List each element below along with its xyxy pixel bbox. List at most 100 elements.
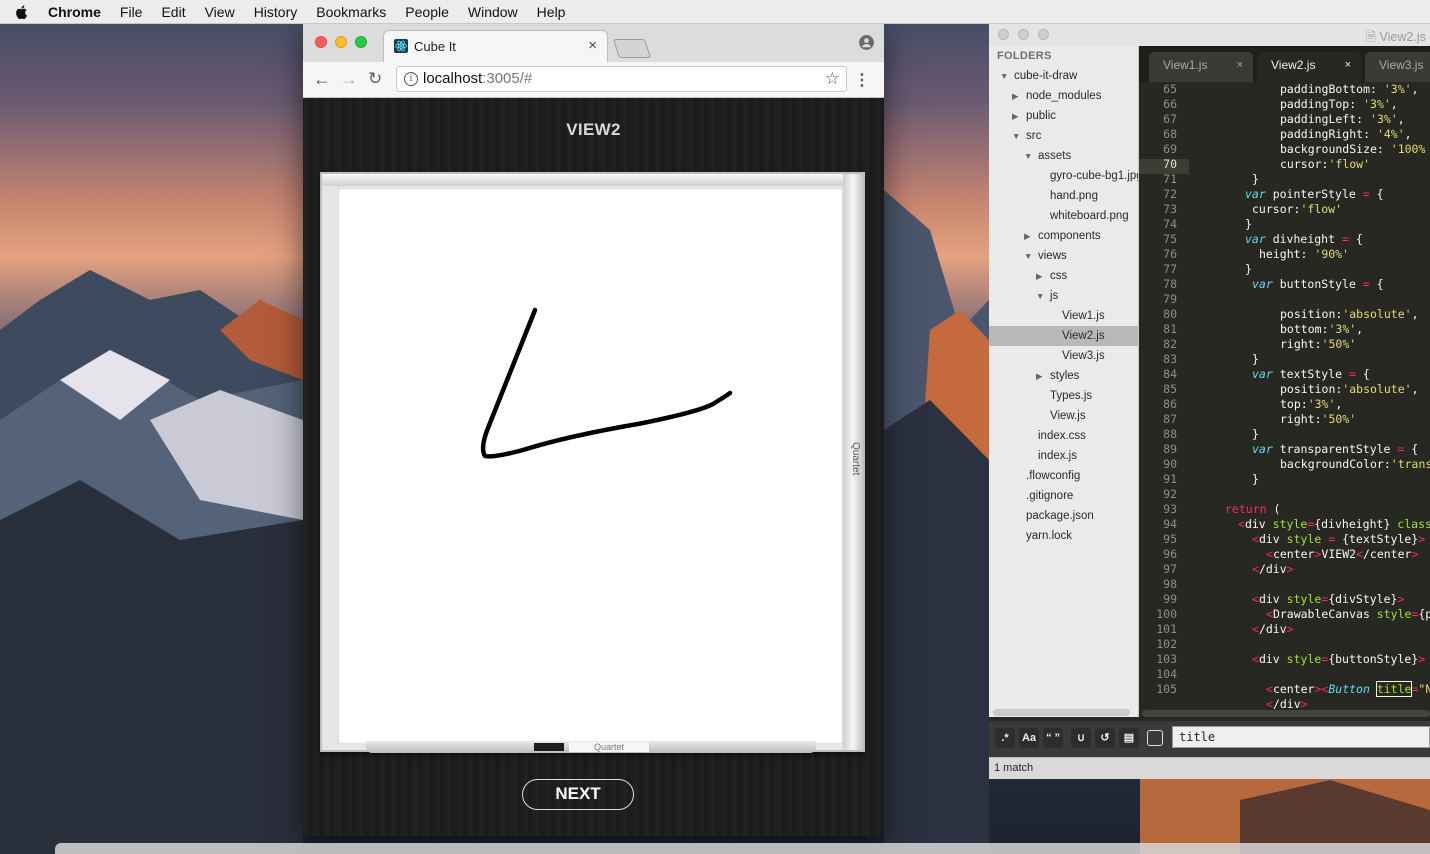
disclosure-closed-icon[interactable]: ▶ [1036, 266, 1043, 286]
whiteboard-brand-label: Quartet [850, 442, 861, 476]
file-tree-item[interactable]: ▶ styles [989, 366, 1138, 386]
new-tab-button[interactable] [612, 39, 652, 58]
reload-icon[interactable]: ↻ [368, 69, 382, 89]
show-context-icon[interactable] [1147, 730, 1163, 746]
file-tree-item[interactable]: .flowconfig [989, 466, 1138, 486]
forward-arrow-icon[interactable]: → [340, 69, 358, 90]
editor-zoom-button[interactable] [1038, 29, 1049, 40]
code-editor[interactable]: 65 66 67 68 69 70 71 72 73 74 75 76 77 78 79 80 81 82 83 84… [1139, 82, 1430, 709]
case-sensitive-toggle[interactable]: Aa [1019, 728, 1039, 748]
disclosure-open-icon[interactable]: ▼ [1012, 126, 1020, 146]
in-selection-icon[interactable]: ∪ [1071, 728, 1091, 748]
chrome-menu-icon[interactable]: ⋮ [854, 70, 870, 90]
file-tree-item[interactable]: View1.js [989, 306, 1138, 326]
sidebar-scrollbar[interactable] [993, 709, 1130, 716]
editor-titlebar: 🗎 View2.js [989, 24, 1430, 47]
file-tree-label: View.js [1050, 410, 1086, 422]
editor-tab-view3[interactable]: View3.js [1365, 52, 1430, 82]
editor-tab-close-icon[interactable]: × [1345, 52, 1351, 78]
editor-scrollbar[interactable] [1142, 710, 1430, 717]
whole-word-toggle[interactable]: “ ” [1043, 728, 1063, 748]
file-tree-item[interactable]: ▶ components [989, 226, 1138, 246]
menu-help[interactable]: Help [537, 4, 566, 20]
file-tree-item[interactable]: ▼ src [989, 126, 1138, 146]
disclosure-closed-icon[interactable]: ▶ [1024, 226, 1031, 246]
disclosure-closed-icon[interactable]: ▶ [1036, 366, 1043, 386]
editor-tab-close-icon[interactable]: × [1237, 52, 1243, 78]
file-tree-item[interactable]: whiteboard.png [989, 206, 1138, 226]
file-tree-label: assets [1038, 150, 1072, 162]
url-text: localhost:3005/# [423, 70, 533, 87]
file-tree-item[interactable]: ▶ public [989, 106, 1138, 126]
file-tree-label: package.json [1026, 510, 1094, 522]
file-tree-item[interactable]: View2.js [989, 326, 1138, 346]
disclosure-open-icon[interactable]: ▼ [1000, 66, 1008, 86]
menu-view[interactable]: View [205, 4, 235, 20]
tab-close-icon[interactable]: × [588, 37, 597, 54]
file-tree-item[interactable]: View.js [989, 406, 1138, 426]
menu-app-name[interactable]: Chrome [48, 4, 101, 20]
file-tree-item[interactable]: ▼ assets [989, 146, 1138, 166]
editor-tab-view1[interactable]: View1.js × [1149, 52, 1253, 82]
address-bar[interactable]: i localhost:3005/# ☆ [396, 66, 847, 92]
regex-toggle[interactable]: .* [995, 728, 1015, 748]
next-button[interactable]: NEXT [522, 779, 634, 810]
highlight-matches-icon[interactable]: ▤ [1119, 728, 1139, 748]
disclosure-open-icon[interactable]: ▼ [1024, 146, 1032, 166]
file-tree-label: whiteboard.png [1050, 210, 1129, 222]
back-arrow-icon[interactable]: ← [313, 69, 331, 90]
editor-tab-view2[interactable]: View2.js × [1257, 52, 1361, 82]
line-number: 102 [1156, 637, 1177, 651]
file-tree-item[interactable]: index.css [989, 426, 1138, 446]
file-tree: ▼ cube-it-draw ▶ node_modules ▶ public ▼ src ▼ as… [989, 66, 1138, 546]
minimize-window-button[interactable] [335, 36, 347, 48]
disclosure-closed-icon[interactable]: ▶ [1012, 106, 1019, 126]
menu-window[interactable]: Window [468, 4, 518, 20]
folders-header: FOLDERS [997, 50, 1052, 62]
file-tree-item[interactable]: .gitignore [989, 486, 1138, 506]
zoom-window-button[interactable] [355, 36, 367, 48]
disclosure-closed-icon[interactable]: ▶ [1012, 86, 1019, 106]
file-tree-item[interactable]: ▼ js [989, 286, 1138, 306]
site-info-icon[interactable]: i [404, 72, 418, 86]
profile-icon[interactable] [859, 35, 874, 50]
browser-tab[interactable]: Cube It × [383, 30, 608, 62]
menu-bookmarks[interactable]: Bookmarks [316, 4, 386, 20]
file-tree-label: views [1038, 250, 1067, 262]
file-tree-item[interactable]: package.json [989, 506, 1138, 526]
close-window-button[interactable] [315, 36, 327, 48]
drawable-canvas[interactable] [338, 188, 843, 744]
react-favicon-icon [394, 39, 408, 53]
file-tree-item[interactable]: yarn.lock [989, 526, 1138, 546]
editor-minimize-button[interactable] [1018, 29, 1029, 40]
file-tree-item[interactable]: ▼ cube-it-draw [989, 66, 1138, 86]
menu-file[interactable]: File [120, 4, 143, 20]
disclosure-open-icon[interactable]: ▼ [1024, 246, 1032, 266]
apple-icon[interactable] [14, 4, 30, 20]
file-tree-item[interactable]: View3.js [989, 346, 1138, 366]
file-tree-item[interactable]: gyro-cube-bg1.jpg [989, 166, 1138, 186]
file-tree-item[interactable]: ▶ node_modules [989, 86, 1138, 106]
marker-tray: Quartet [366, 741, 816, 753]
chrome-window: Cube It × ← → ↻ i localhost:3005/# ☆ ⋮ V… [303, 24, 884, 836]
file-tree-item[interactable]: ▼ views [989, 246, 1138, 266]
file-tree-item[interactable]: index.js [989, 446, 1138, 466]
wrap-icon[interactable]: ↺ [1095, 728, 1115, 748]
menu-history[interactable]: History [254, 4, 298, 20]
file-tree-item[interactable]: ▶ css [989, 266, 1138, 286]
editor-close-button[interactable] [998, 29, 1009, 40]
menu-edit[interactable]: Edit [161, 4, 185, 20]
status-bar: 1 match [989, 757, 1430, 779]
file-tree-label: index.js [1038, 450, 1077, 462]
disclosure-open-icon[interactable]: ▼ [1036, 286, 1044, 306]
dock [55, 843, 1430, 854]
line-number: 104 [1156, 667, 1177, 681]
file-tree-label: components [1038, 230, 1101, 242]
file-tree-label: css [1050, 270, 1068, 282]
bookmark-star-icon[interactable]: ☆ [825, 69, 840, 89]
file-tree-item[interactable]: hand.png [989, 186, 1138, 206]
menu-people[interactable]: People [405, 4, 449, 20]
file-tree-item[interactable]: Types.js [989, 386, 1138, 406]
folder-sidebar: FOLDERS ▼ cube-it-draw ▶ node_modules ▶ publi… [989, 46, 1139, 717]
find-input[interactable]: title [1172, 726, 1430, 748]
